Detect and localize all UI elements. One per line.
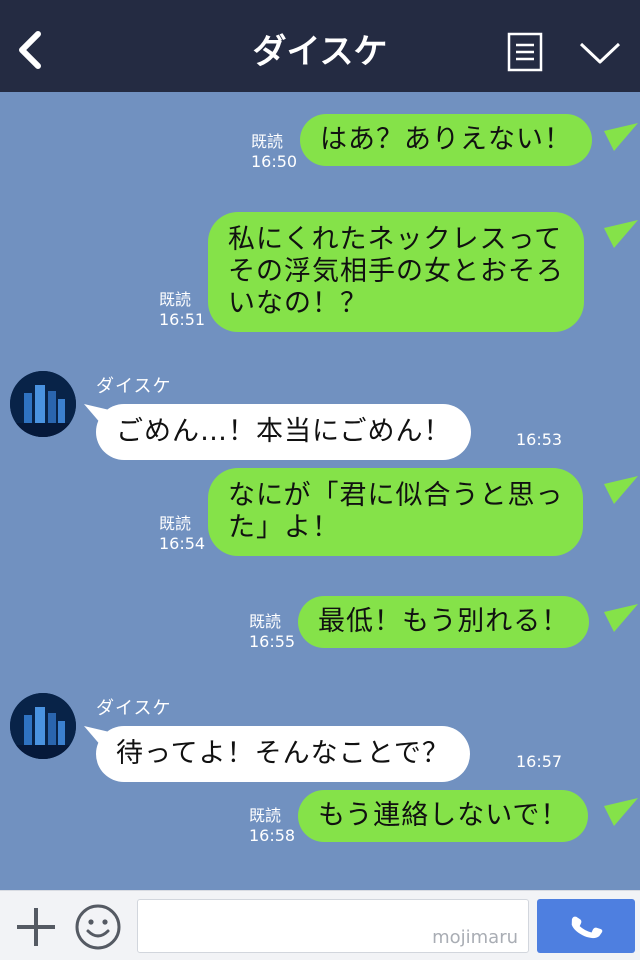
avatar-image-icon <box>10 693 76 759</box>
collapse-button[interactable] <box>578 38 622 68</box>
message-time: 16:57 <box>516 752 563 771</box>
document-menu-icon <box>507 32 543 72</box>
read-status: 既読 <box>249 806 282 825</box>
avatar-image-icon <box>10 371 76 437</box>
bubble-tail <box>604 476 638 504</box>
avatar[interactable] <box>10 693 76 759</box>
message-input[interactable]: mojimaru <box>137 899 529 953</box>
message-time: 16:51 <box>159 310 206 329</box>
chevron-left-icon <box>19 31 41 69</box>
menu-button[interactable] <box>507 32 543 72</box>
message-bubble[interactable]: なにが「君に似合うと思っ た」よ！ <box>208 468 584 556</box>
chat-title: ダイスケ <box>252 32 388 72</box>
read-status: 既読 <box>159 514 192 533</box>
message-time: 16:50 <box>251 152 298 171</box>
message-text: もう連絡しないで！ <box>318 800 569 831</box>
add-button[interactable] <box>14 905 58 949</box>
read-status: 既読 <box>251 132 284 151</box>
sender-name: ダイスケ <box>96 698 172 719</box>
message-text: いなの！？ <box>228 288 368 319</box>
back-button[interactable] <box>14 30 46 70</box>
smiley-icon <box>75 904 121 950</box>
message-meta: 既読 16:58 <box>249 806 295 846</box>
message-bubble[interactable]: 最低！もう別れる！ <box>298 596 590 648</box>
message-text: その浮気相手の女とおそろ <box>228 256 564 287</box>
message-text: 待ってよ！そんなことで？ <box>116 738 450 769</box>
bubble-tail <box>604 123 638 151</box>
emoji-button[interactable] <box>74 903 122 951</box>
chevron-down-icon <box>579 42 621 64</box>
message-bubble[interactable]: はあ？ありえない！ <box>300 114 592 166</box>
message-bubble[interactable]: 待ってよ！そんなことで？ <box>96 726 470 782</box>
watermark: mojimaru <box>432 927 518 948</box>
bubble-tail <box>604 220 638 248</box>
message-meta: 既読 16:51 <box>159 290 205 330</box>
avatar[interactable] <box>10 371 76 437</box>
bubble-tail <box>604 604 638 632</box>
message-text: た」よ！ <box>228 512 340 543</box>
message-meta: 既読 16:50 <box>251 132 297 172</box>
message-bubble[interactable]: 私にくれたネックレスって その浮気相手の女とおそろ いなの！？ <box>208 212 584 332</box>
message-time: 16:58 <box>249 826 296 845</box>
message-time: 16:53 <box>516 430 563 449</box>
chat-header: ダイスケ <box>0 0 640 92</box>
message-text: 最低！もう別れる！ <box>318 606 570 637</box>
message-time: 16:54 <box>159 534 206 553</box>
call-button[interactable] <box>537 899 635 953</box>
message-meta: 既読 16:55 <box>249 612 295 652</box>
chat-area[interactable]: 既読 16:50 はあ？ありえない！ 既読 16:51 私にくれたネックレスって… <box>0 92 640 890</box>
message-bubble[interactable]: もう連絡しないで！ <box>298 790 589 842</box>
plus-icon <box>17 908 55 946</box>
phone-icon <box>571 916 603 939</box>
read-status: 既読 <box>159 290 192 309</box>
sender-name: ダイスケ <box>96 376 172 397</box>
read-status: 既読 <box>249 612 282 631</box>
input-bar: mojimaru <box>0 890 640 960</box>
message-meta: 既読 16:54 <box>159 514 205 554</box>
message-text: ごめん…！本当にごめん！ <box>116 416 452 447</box>
message-text: なにが「君に似合うと思っ <box>228 480 564 511</box>
message-time: 16:55 <box>249 632 296 651</box>
message-text: 私にくれたネックレスって <box>228 224 563 255</box>
bubble-tail <box>604 798 638 826</box>
message-bubble[interactable]: ごめん…！本当にごめん！ <box>96 404 472 460</box>
message-text: はあ？ありえない！ <box>320 124 572 155</box>
